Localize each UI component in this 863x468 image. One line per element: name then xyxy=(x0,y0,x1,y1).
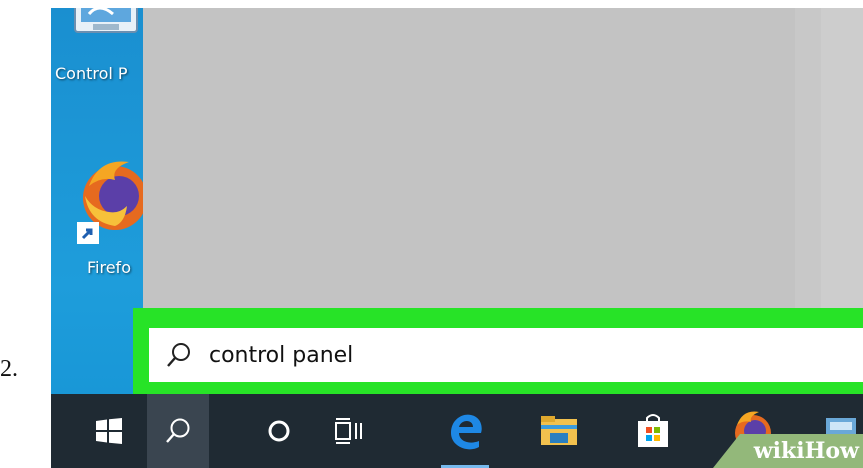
folder-icon xyxy=(541,416,577,445)
store-button[interactable] xyxy=(623,394,683,468)
cortana-circle-icon xyxy=(268,420,290,442)
store-bag-icon xyxy=(638,414,668,447)
edge-icon xyxy=(451,414,482,450)
task-view-button[interactable] xyxy=(319,394,379,468)
watermark-how-text: How xyxy=(804,438,859,464)
desktop-icon-control-panel[interactable]: Control P xyxy=(51,8,151,98)
desktop-icon-label: Firefo xyxy=(87,258,131,277)
start-menu-panel xyxy=(143,8,863,308)
start-menu-right-strip xyxy=(821,8,863,308)
control-panel-icon xyxy=(74,8,138,33)
watermark-wiki-text: wiki xyxy=(753,438,805,464)
file-explorer-button[interactable] xyxy=(529,394,589,468)
taskbar-search-button[interactable] xyxy=(147,394,209,468)
task-view-icon xyxy=(335,418,362,444)
desktop-icon-label: Control P xyxy=(55,64,128,83)
step-number: 2. xyxy=(0,356,18,382)
search-icon xyxy=(149,328,209,382)
search-icon xyxy=(166,418,190,443)
windows-logo-icon xyxy=(96,418,122,444)
search-input[interactable]: control panel xyxy=(149,328,863,382)
shortcut-arrow-icon xyxy=(77,222,99,244)
cortana-button[interactable] xyxy=(249,394,309,468)
windows-screenshot: Control P Firefo control panel wiki How xyxy=(51,8,863,468)
search-query-text: control panel xyxy=(209,342,354,368)
start-menu-results-area xyxy=(143,8,795,308)
edge-button[interactable] xyxy=(435,394,495,468)
start-button[interactable] xyxy=(79,394,139,468)
desktop-icon-firefox[interactable]: Firefo xyxy=(51,148,151,288)
